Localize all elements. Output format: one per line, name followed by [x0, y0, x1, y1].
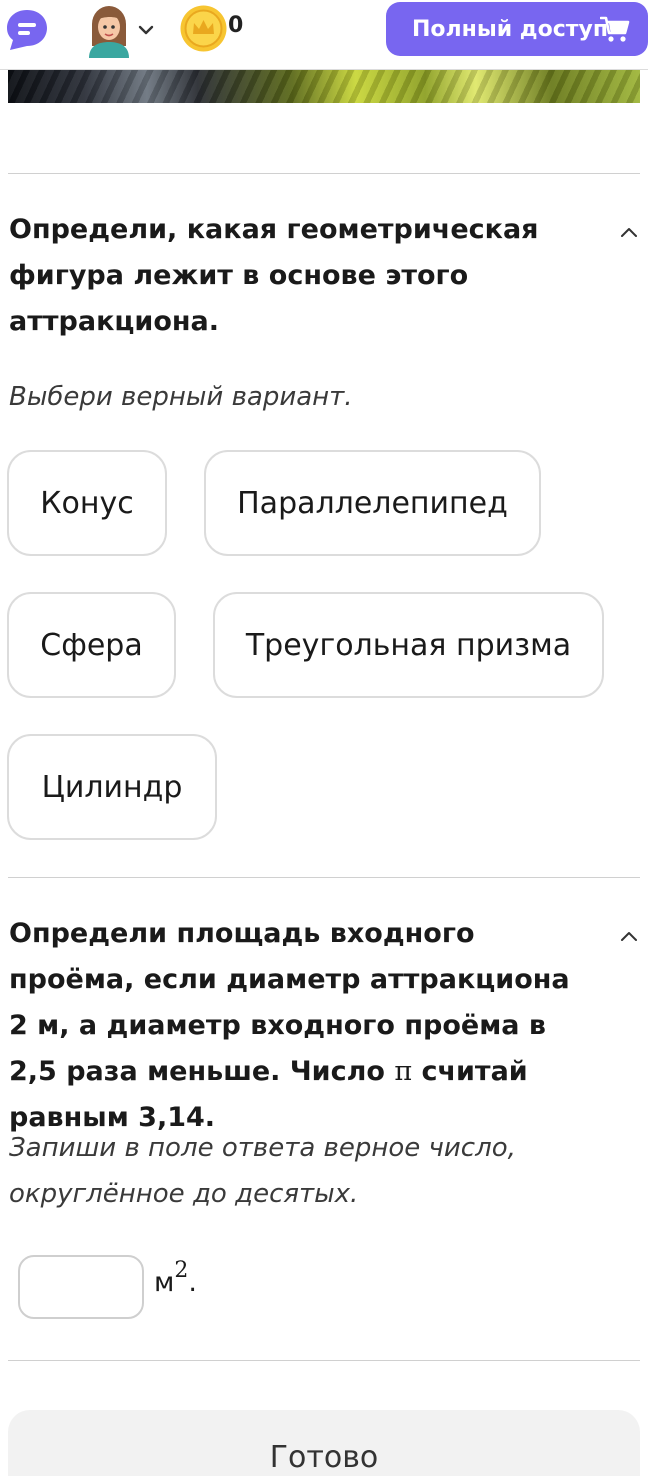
- question-1-title: Определи, какая геометрическая фигура ле…: [9, 214, 539, 337]
- question-1-hint: Выбери верный вариант.: [9, 382, 353, 412]
- full-access-button[interactable]: Полный доступ: [386, 2, 648, 56]
- question-2-hint: Запиши в поле ответа верное число, округ…: [9, 1133, 516, 1209]
- chat-logo-icon[interactable]: [4, 6, 50, 52]
- unit-suffix: .: [188, 1267, 197, 1298]
- crown-coin-icon: [180, 5, 227, 52]
- option-sphere[interactable]: Сфера: [7, 592, 176, 698]
- option-parallelepiped[interactable]: Параллелепипед: [204, 450, 541, 556]
- unit-label: м2.: [154, 1258, 197, 1298]
- question-2-title: Определи площадь входного проёма, если д…: [9, 911, 589, 1141]
- divider: [8, 173, 640, 174]
- user-avatar-icon[interactable]: [86, 4, 132, 58]
- chevron-down-icon[interactable]: [136, 20, 156, 40]
- pi-symbol: π: [394, 1056, 413, 1087]
- attraction-photo: [8, 70, 640, 103]
- full-access-label: Полный доступ: [412, 16, 609, 42]
- option-cone[interactable]: Конус: [7, 450, 167, 556]
- done-button[interactable]: Готово: [8, 1410, 640, 1476]
- unit-text: м: [154, 1267, 175, 1298]
- done-label: Готово: [269, 1440, 379, 1475]
- chevron-up-icon[interactable]: [618, 928, 640, 944]
- option-cylinder[interactable]: Цилиндр: [7, 734, 217, 840]
- divider: [8, 1360, 640, 1361]
- chevron-up-icon[interactable]: [618, 224, 640, 240]
- cart-icon: [600, 16, 630, 42]
- answer-input[interactable]: [18, 1255, 144, 1319]
- coin-count: 0: [228, 13, 244, 38]
- unit-exponent: 2: [174, 1258, 189, 1283]
- divider: [8, 877, 640, 878]
- option-triangular-prism[interactable]: Треугольная призма: [213, 592, 604, 698]
- top-bar: 0 Полный доступ: [0, 0, 648, 70]
